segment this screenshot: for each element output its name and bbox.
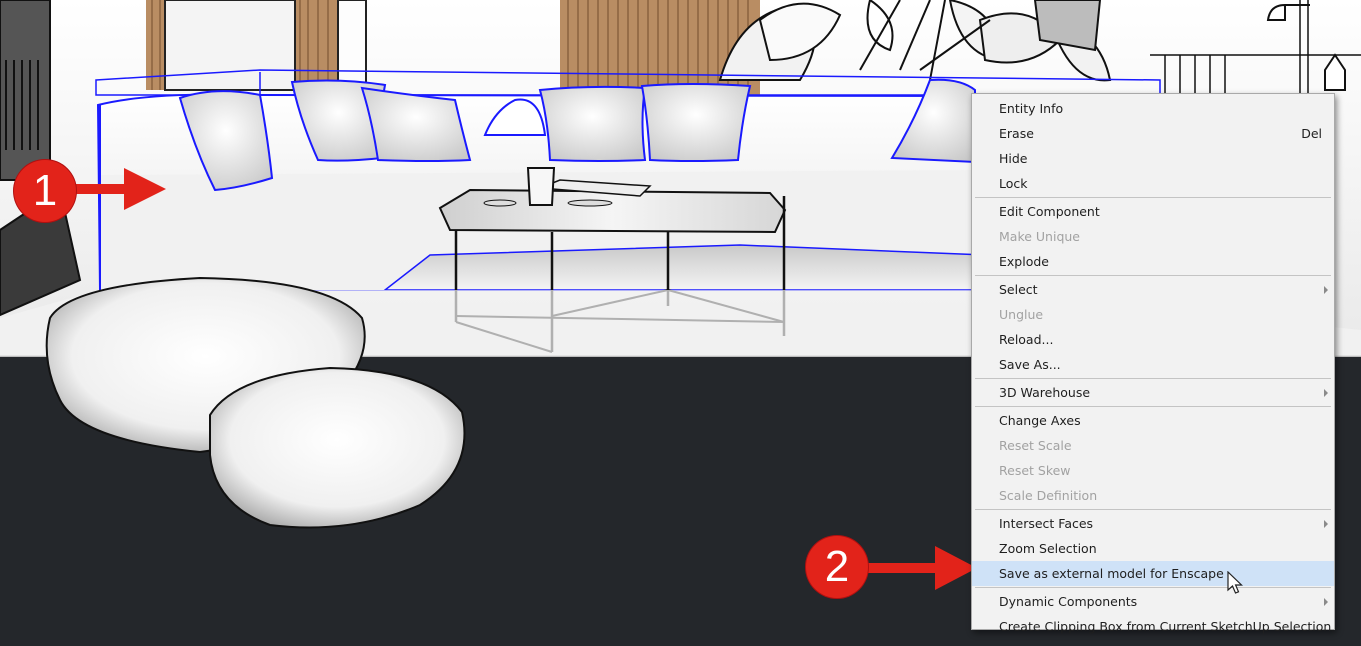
menu-item-unglue: Unglue (972, 302, 1334, 327)
step-1-badge: 1 (14, 160, 76, 222)
menu-item-label: Change Axes (999, 413, 1081, 428)
menu-separator (975, 406, 1331, 407)
context-menu: Entity Info Erase Del Hide Lock Edit Comp… (971, 93, 1335, 634)
menu-item-reset-skew: Reset Skew (972, 458, 1334, 483)
menu-separator (975, 509, 1331, 510)
menu-item-label: Hide (999, 151, 1028, 166)
menu-item-dynamic-components[interactable]: Dynamic Components (972, 589, 1334, 614)
menu-item-make-unique: Make Unique (972, 224, 1334, 249)
menu-item-label: Scale Definition (999, 488, 1098, 503)
menu-item-hide[interactable]: Hide (972, 146, 1334, 171)
menu-item-label: Zoom Selection (999, 541, 1097, 556)
menu-item-zoom-selection[interactable]: Zoom Selection (972, 536, 1334, 561)
submenu-arrow-icon (1324, 520, 1328, 528)
menu-item-edit-component[interactable]: Edit Component (972, 199, 1334, 224)
menu-item-label: Lock (999, 176, 1028, 191)
menu-item-lock[interactable]: Lock (972, 171, 1334, 196)
menu-item-save-as[interactable]: Save As... (972, 352, 1334, 377)
step-2-badge: 2 (806, 536, 868, 598)
menu-item-label: Explode (999, 254, 1049, 269)
menu-separator (975, 197, 1331, 198)
menu-item-label: Entity Info (999, 101, 1064, 116)
menu-item-label: 3D Warehouse (999, 385, 1091, 400)
menu-item-label: Save As... (999, 357, 1061, 372)
menu-separator (975, 378, 1331, 379)
shortcut-label: Del (1301, 126, 1322, 141)
submenu-arrow-icon (1324, 389, 1328, 397)
submenu-arrow-icon (1324, 286, 1328, 294)
menu-item-label: Save as external model for Enscape (999, 566, 1224, 581)
menu-item-label: Make Unique (999, 229, 1080, 244)
menu-item-3d-warehouse[interactable]: 3D Warehouse (972, 380, 1334, 405)
menu-item-label: Reset Scale (999, 438, 1072, 453)
menu-item-explode[interactable]: Explode (972, 249, 1334, 274)
column (164, 0, 296, 91)
menu-separator (975, 275, 1331, 276)
menu-item-label: Edit Component (999, 204, 1100, 219)
menu-item-label: Erase (999, 126, 1034, 141)
menu-item-label: Intersect Faces (999, 516, 1094, 531)
menu-item-reset-scale: Reset Scale (972, 433, 1334, 458)
submenu-arrow-icon (1324, 598, 1328, 606)
menu-item-erase[interactable]: Erase Del (972, 121, 1334, 146)
menu-item-save-external-enscape[interactable]: Save as external model for Enscape (972, 561, 1334, 594)
menu-item-label: Select (999, 282, 1038, 297)
menu-item-label: Reload... (999, 332, 1054, 347)
menu-item-change-axes[interactable]: Change Axes (972, 408, 1334, 433)
menu-item-label: Unglue (999, 307, 1044, 322)
menu-item-create-clipping-box[interactable]: Create Clipping Box from Current SketchU… (972, 614, 1334, 639)
menu-item-entity-info[interactable]: Entity Info (972, 96, 1334, 121)
menu-item-scale-definition: Scale Definition (972, 483, 1334, 508)
menu-item-intersect-faces[interactable]: Intersect Faces (972, 511, 1334, 536)
menu-separator (975, 587, 1331, 588)
menu-item-label: Dynamic Components (999, 594, 1138, 609)
menu-item-label: Create Clipping Box from Current SketchU… (999, 619, 1332, 634)
menu-item-label: Reset Skew (999, 463, 1071, 478)
menu-item-select[interactable]: Select (972, 277, 1334, 302)
menu-item-reload[interactable]: Reload... (972, 327, 1334, 352)
